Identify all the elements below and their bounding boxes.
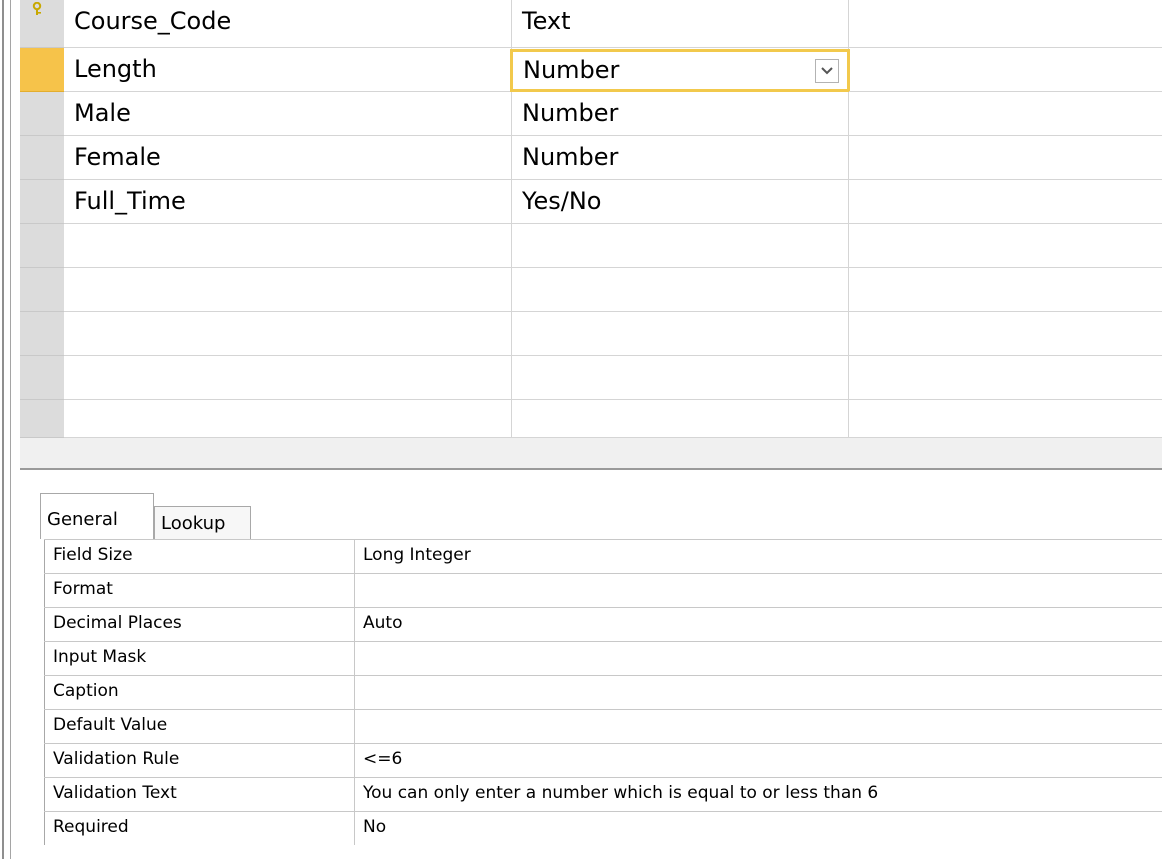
field-row[interactable]: Full_Time Yes/No [20, 180, 1162, 224]
property-value[interactable]: Long Integer [355, 540, 1162, 573]
field-name-cell[interactable]: Length [64, 48, 512, 92]
data-type-dropdown[interactable]: Number [510, 49, 850, 92]
property-value[interactable] [355, 676, 1162, 709]
description-cell[interactable] [849, 224, 1162, 268]
property-row[interactable]: Default Value [44, 709, 1162, 743]
row-selector[interactable] [20, 312, 64, 356]
row-selector-current[interactable] [20, 48, 64, 92]
field-name-cell[interactable] [64, 268, 512, 312]
description-cell[interactable] [849, 312, 1162, 356]
description-cell[interactable] [849, 92, 1162, 136]
property-label: Field Size [44, 540, 355, 573]
property-row[interactable]: Validation Text You can only enter a num… [44, 777, 1162, 811]
row-selector[interactable] [20, 224, 64, 268]
field-design-grid: Course_Code Text Length Number Male Numb… [20, 0, 1162, 438]
empty-field-row[interactable] [20, 224, 1162, 268]
grid-scroll-gap [20, 438, 1162, 468]
data-type-cell[interactable] [512, 224, 849, 268]
property-label: Input Mask [44, 642, 355, 675]
row-selector[interactable] [20, 356, 64, 400]
data-type-cell[interactable]: Yes/No [512, 180, 849, 224]
property-value[interactable] [355, 710, 1162, 743]
property-row[interactable]: Field Size Long Integer [44, 539, 1162, 573]
property-row[interactable]: Format [44, 573, 1162, 607]
data-type-value: Number [523, 56, 620, 84]
row-selector[interactable] [20, 0, 64, 48]
row-selector[interactable] [20, 136, 64, 180]
field-name-cell[interactable]: Male [64, 92, 512, 136]
property-value[interactable]: No [355, 812, 1162, 845]
field-row[interactable]: Course_Code Text [20, 0, 1162, 48]
property-row[interactable]: Decimal Places Auto [44, 607, 1162, 641]
field-row[interactable]: Male Number [20, 92, 1162, 136]
property-label: Required [44, 812, 355, 845]
property-row[interactable]: Validation Rule <=6 [44, 743, 1162, 777]
data-type-cell[interactable] [512, 400, 849, 438]
data-type-cell[interactable] [512, 312, 849, 356]
property-row[interactable]: Input Mask [44, 641, 1162, 675]
property-label: Default Value [44, 710, 355, 743]
field-name-cell[interactable]: Female [64, 136, 512, 180]
empty-field-row[interactable] [20, 356, 1162, 400]
field-name-cell[interactable] [64, 356, 512, 400]
data-type-cell[interactable]: Number [512, 92, 849, 136]
empty-field-row[interactable] [20, 400, 1162, 438]
property-label: Format [44, 574, 355, 607]
data-type-cell[interactable] [512, 356, 849, 400]
property-label: Caption [44, 676, 355, 709]
row-selector[interactable] [20, 400, 64, 438]
property-value[interactable]: <=6 [355, 744, 1162, 777]
field-name-cell[interactable] [64, 224, 512, 268]
row-selector[interactable] [20, 180, 64, 224]
property-row[interactable]: Caption [44, 675, 1162, 709]
window-border-inner [10, 0, 11, 859]
tab-lookup[interactable]: Lookup [154, 506, 251, 539]
description-cell[interactable] [849, 356, 1162, 400]
description-cell[interactable] [849, 180, 1162, 224]
description-cell[interactable] [849, 400, 1162, 438]
pane-splitter[interactable] [20, 468, 1162, 470]
property-row[interactable]: Required No [44, 811, 1162, 845]
field-name-cell[interactable]: Full_Time [64, 180, 512, 224]
description-cell[interactable] [849, 268, 1162, 312]
property-label: Decimal Places [44, 608, 355, 641]
description-cell[interactable] [849, 0, 1162, 48]
property-label: Validation Rule [44, 744, 355, 777]
row-selector[interactable] [20, 268, 64, 312]
description-cell[interactable] [849, 48, 1162, 92]
description-cell[interactable] [849, 136, 1162, 180]
data-type-cell[interactable]: Text [512, 0, 849, 48]
field-row[interactable]: Length Number [20, 48, 1162, 92]
primary-key-icon [32, 2, 42, 15]
tab-general[interactable]: General [40, 493, 154, 539]
property-value[interactable]: You can only enter a number which is equ… [355, 778, 1162, 811]
field-name-cell[interactable]: Course_Code [64, 0, 512, 48]
property-value[interactable]: Auto [355, 608, 1162, 641]
property-value[interactable] [355, 642, 1162, 675]
property-label: Validation Text [44, 778, 355, 811]
field-name-cell[interactable] [64, 312, 512, 356]
chevron-down-icon[interactable] [815, 59, 839, 83]
field-row[interactable]: Female Number [20, 136, 1162, 180]
data-type-cell[interactable] [512, 268, 849, 312]
empty-field-row[interactable] [20, 312, 1162, 356]
data-type-cell[interactable]: Number [512, 136, 849, 180]
row-selector[interactable] [20, 92, 64, 136]
window-border-left [2, 0, 4, 859]
property-value[interactable] [355, 574, 1162, 607]
empty-field-row[interactable] [20, 268, 1162, 312]
field-name-cell[interactable] [64, 400, 512, 438]
